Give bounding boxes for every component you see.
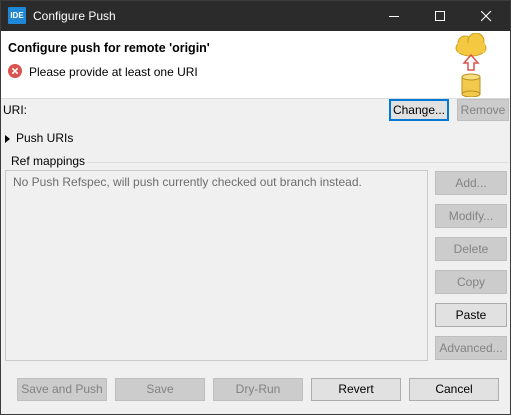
title-bar: IDE Configure Push bbox=[1, 1, 510, 31]
close-button[interactable] bbox=[464, 1, 510, 31]
modify-button[interactable]: Modify... bbox=[435, 204, 507, 228]
push-banner-icon bbox=[455, 33, 487, 97]
dialog-header: Configure push for remote 'origin' Pleas… bbox=[1, 31, 510, 99]
ref-mappings-list[interactable]: No Push Refspec, will push currently che… bbox=[5, 170, 428, 361]
minimize-button[interactable] bbox=[372, 1, 418, 31]
remove-uri-button[interactable]: Remove bbox=[457, 99, 509, 121]
error-icon bbox=[8, 64, 22, 78]
push-uris-expander[interactable]: Push URIs bbox=[5, 131, 73, 145]
uri-label: URI: bbox=[3, 103, 27, 117]
dry-run-button[interactable]: Dry-Run bbox=[213, 378, 303, 401]
advanced-button[interactable]: Advanced... bbox=[435, 336, 507, 360]
configure-push-dialog: IDE Configure Push Configure push for re… bbox=[0, 0, 511, 415]
add-button[interactable]: Add... bbox=[435, 171, 507, 195]
ref-mappings-separator bbox=[87, 162, 508, 163]
dialog-title: Configure push for remote 'origin' bbox=[8, 41, 210, 55]
change-uri-button[interactable]: Change... bbox=[389, 99, 449, 121]
delete-button[interactable]: Delete bbox=[435, 237, 507, 261]
error-message: Please provide at least one URI bbox=[29, 65, 198, 79]
paste-button[interactable]: Paste bbox=[435, 303, 507, 327]
save-and-push-button[interactable]: Save and Push bbox=[17, 378, 107, 401]
expand-arrow-icon bbox=[5, 134, 10, 143]
minimize-icon bbox=[389, 16, 399, 17]
revert-button[interactable]: Revert bbox=[311, 378, 401, 401]
maximize-button[interactable] bbox=[418, 1, 464, 31]
window-title: Configure Push bbox=[33, 9, 116, 23]
save-button[interactable]: Save bbox=[115, 378, 205, 401]
ref-mappings-empty-text: No Push Refspec, will push currently che… bbox=[13, 175, 362, 189]
ref-mappings-label: Ref mappings bbox=[11, 154, 86, 168]
copy-button[interactable]: Copy bbox=[435, 270, 507, 294]
maximize-icon bbox=[435, 11, 445, 21]
push-uris-label: Push URIs bbox=[16, 131, 74, 145]
app-icon: IDE bbox=[8, 7, 26, 24]
close-icon bbox=[481, 11, 492, 22]
cancel-button[interactable]: Cancel bbox=[409, 378, 499, 401]
